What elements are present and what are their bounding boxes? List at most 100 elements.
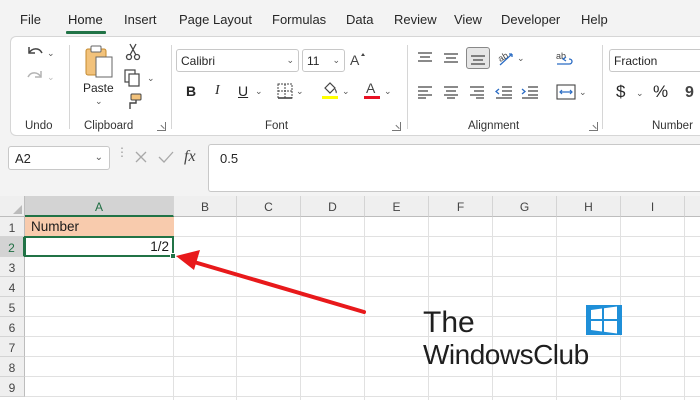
- align-bottom-icon[interactable]: [466, 47, 490, 69]
- menu-home[interactable]: Home: [68, 12, 103, 27]
- column-header-i[interactable]: I: [621, 196, 685, 217]
- formula-value: 0.5: [220, 151, 239, 166]
- borders-icon[interactable]: [277, 83, 293, 99]
- row-header-7[interactable]: 7: [0, 337, 25, 357]
- align-right-icon[interactable]: [469, 85, 485, 99]
- italic-button[interactable]: I: [215, 83, 220, 99]
- number-group-label: Number: [652, 120, 693, 132]
- orientation-dropdown-icon[interactable]: ⌄: [517, 53, 525, 64]
- align-center-icon[interactable]: [443, 85, 459, 99]
- fill-color-icon[interactable]: [321, 80, 339, 100]
- comma-style-icon[interactable]: 9: [683, 85, 697, 101]
- column-header-a[interactable]: A: [25, 196, 174, 217]
- clipboard-launcher-icon[interactable]: [157, 122, 166, 131]
- orientation-icon[interactable]: ab: [497, 49, 515, 67]
- undo-icon[interactable]: [25, 44, 45, 60]
- menu-help[interactable]: Help: [581, 12, 608, 27]
- font-launcher-icon[interactable]: [392, 122, 401, 131]
- gridline: [492, 217, 493, 400]
- menu-data[interactable]: Data: [346, 12, 373, 27]
- paste-icon[interactable]: [83, 43, 115, 79]
- menu-review[interactable]: Review: [394, 12, 437, 27]
- select-all-button[interactable]: [0, 196, 25, 217]
- column-header-b[interactable]: B: [174, 196, 237, 217]
- column-header-partial[interactable]: [685, 196, 700, 217]
- paste-label[interactable]: Paste: [83, 81, 114, 95]
- font-name-select[interactable]: Calibri ⌄: [176, 49, 299, 72]
- cancel-icon[interactable]: [134, 150, 148, 164]
- align-top-icon[interactable]: [417, 51, 433, 65]
- gridline: [25, 336, 700, 337]
- bold-button[interactable]: B: [186, 83, 196, 99]
- wrap-text-icon[interactable]: ab: [555, 51, 575, 69]
- column-header-g[interactable]: G: [493, 196, 557, 217]
- fill-color-dropdown-icon[interactable]: ⌄: [342, 86, 350, 97]
- cell-a2-selected[interactable]: 1/2: [24, 236, 174, 257]
- borders-dropdown-icon[interactable]: ⌄: [296, 86, 304, 97]
- row-header-5[interactable]: 5: [0, 297, 25, 317]
- percent-format-button[interactable]: %: [653, 82, 668, 102]
- svg-text:A: A: [366, 80, 376, 96]
- cut-icon[interactable]: [125, 43, 141, 61]
- paste-dropdown-icon[interactable]: ⌄: [95, 96, 103, 107]
- formula-input[interactable]: 0.5: [208, 144, 700, 192]
- formula-bar-grip-icon[interactable]: ⋮: [116, 146, 128, 158]
- font-color-dropdown-icon[interactable]: ⌄: [384, 86, 392, 97]
- underline-button[interactable]: U: [238, 83, 248, 99]
- row-header-8[interactable]: 8: [0, 357, 25, 377]
- currency-dropdown-icon[interactable]: ⌄: [636, 88, 644, 99]
- menu-view[interactable]: View: [454, 12, 482, 27]
- redo-dropdown-icon[interactable]: ⌄: [47, 72, 55, 83]
- column-header-c[interactable]: C: [237, 196, 301, 217]
- gridline: [25, 356, 700, 357]
- column-header-e[interactable]: E: [365, 196, 429, 217]
- copy-icon[interactable]: [124, 69, 142, 87]
- row-header-4[interactable]: 4: [0, 277, 25, 297]
- name-box-value: A2: [15, 151, 31, 166]
- align-middle-icon[interactable]: [443, 51, 459, 65]
- cell-a1[interactable]: Number: [25, 217, 174, 237]
- increase-indent-icon[interactable]: [521, 85, 539, 99]
- font-group-label: Font: [265, 120, 289, 132]
- gridline: [556, 217, 557, 400]
- font-size-select[interactable]: 11 ⌄: [302, 49, 345, 72]
- increase-font-size-icon[interactable]: A: [350, 51, 368, 67]
- watermark-line2: WindowsClub: [423, 339, 589, 370]
- underline-dropdown-icon[interactable]: ⌄: [255, 86, 263, 97]
- undo-dropdown-icon[interactable]: ⌄: [47, 48, 55, 59]
- enter-check-icon[interactable]: [158, 150, 174, 164]
- decrease-indent-icon[interactable]: [495, 85, 513, 99]
- row-header-9[interactable]: 9: [0, 377, 25, 397]
- menu-insert[interactable]: Insert: [124, 12, 157, 27]
- format-painter-icon[interactable]: [125, 93, 143, 111]
- currency-format-button[interactable]: $: [616, 82, 625, 102]
- row-header-1[interactable]: 1: [0, 217, 25, 237]
- group-separator: [407, 45, 408, 129]
- align-left-icon[interactable]: [417, 85, 433, 99]
- menu-developer[interactable]: Developer: [501, 12, 560, 27]
- name-box[interactable]: A2 ⌄: [8, 146, 110, 170]
- font-color-icon[interactable]: A: [363, 80, 381, 100]
- row-header-3[interactable]: 3: [0, 257, 25, 277]
- copy-dropdown-icon[interactable]: ⌄: [147, 73, 155, 84]
- number-format-select[interactable]: Fraction: [609, 49, 700, 72]
- merge-dropdown-icon[interactable]: ⌄: [579, 87, 587, 98]
- number-format-value: Fraction: [614, 54, 658, 68]
- insert-function-button[interactable]: fx: [184, 148, 196, 166]
- column-header-d[interactable]: D: [301, 196, 365, 217]
- formula-bar-buttons: fx: [128, 144, 208, 172]
- column-header-h[interactable]: H: [557, 196, 621, 217]
- clipboard-group-label: Clipboard: [84, 120, 134, 132]
- merge-center-icon[interactable]: [556, 83, 576, 101]
- row-header-2[interactable]: 2: [0, 237, 25, 257]
- menu-page-layout[interactable]: Page Layout: [179, 12, 252, 27]
- row-header-6[interactable]: 6: [0, 317, 25, 337]
- redo-icon[interactable]: [25, 68, 45, 84]
- menu-file[interactable]: File: [20, 12, 41, 27]
- active-tab-indicator: [66, 31, 106, 34]
- alignment-launcher-icon[interactable]: [589, 122, 598, 131]
- cell-a1-value: Number: [31, 219, 80, 234]
- column-header-f[interactable]: F: [429, 196, 493, 217]
- menu-formulas[interactable]: Formulas: [272, 12, 326, 27]
- watermark-line1: The: [423, 306, 475, 339]
